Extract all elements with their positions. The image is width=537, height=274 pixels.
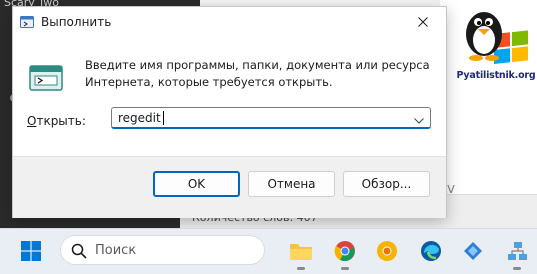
dialog-titlebar[interactable]: Выполнить <box>13 7 446 37</box>
running-indicator <box>297 267 305 270</box>
chrome-icon[interactable] <box>330 236 360 266</box>
file-explorer-icon[interactable] <box>286 236 316 266</box>
open-combobox[interactable]: regedit <box>111 107 431 129</box>
run-program-icon <box>29 65 63 94</box>
open-input[interactable]: regedit <box>118 111 161 125</box>
taskbar-search[interactable]: Поиск <box>60 235 265 265</box>
logo-caption: Pyatilistnik.org <box>456 70 536 81</box>
open-label: Открыть: <box>27 114 86 128</box>
ok-button[interactable]: OK <box>153 171 240 197</box>
search-placeholder: Поиск <box>95 243 137 258</box>
dialog-footer: OK Отмена Обзор... <box>13 156 446 218</box>
run-app-icon <box>20 16 34 31</box>
running-indicator <box>341 267 349 270</box>
penguin-windows-logo-icon <box>466 12 528 65</box>
chrome-canary-icon[interactable] <box>372 236 402 266</box>
search-icon <box>71 243 87 262</box>
close-button[interactable] <box>400 7 446 37</box>
browse-button[interactable]: Обзор... <box>343 171 430 197</box>
open-label-text: ткрыть: <box>36 114 86 128</box>
windows-start-icon[interactable] <box>16 236 46 266</box>
dialog-description: Введите имя программы, папки, документа … <box>85 58 430 89</box>
chevron-down-icon[interactable] <box>414 113 424 127</box>
site-logo: Pyatilistnik.org <box>456 8 536 92</box>
remote-desktop-icon[interactable] <box>458 236 488 266</box>
text-caret <box>163 111 164 125</box>
cancel-button[interactable]: Отмена <box>248 171 335 197</box>
taskbar: Поиск <box>0 228 537 274</box>
edge-icon[interactable] <box>416 236 446 266</box>
running-indicator <box>513 267 521 270</box>
network-icon[interactable] <box>502 236 532 266</box>
dialog-title: Выполнить <box>41 15 112 29</box>
close-icon <box>418 17 428 27</box>
run-dialog: Выполнить Введите имя программы, папки, … <box>12 6 447 218</box>
